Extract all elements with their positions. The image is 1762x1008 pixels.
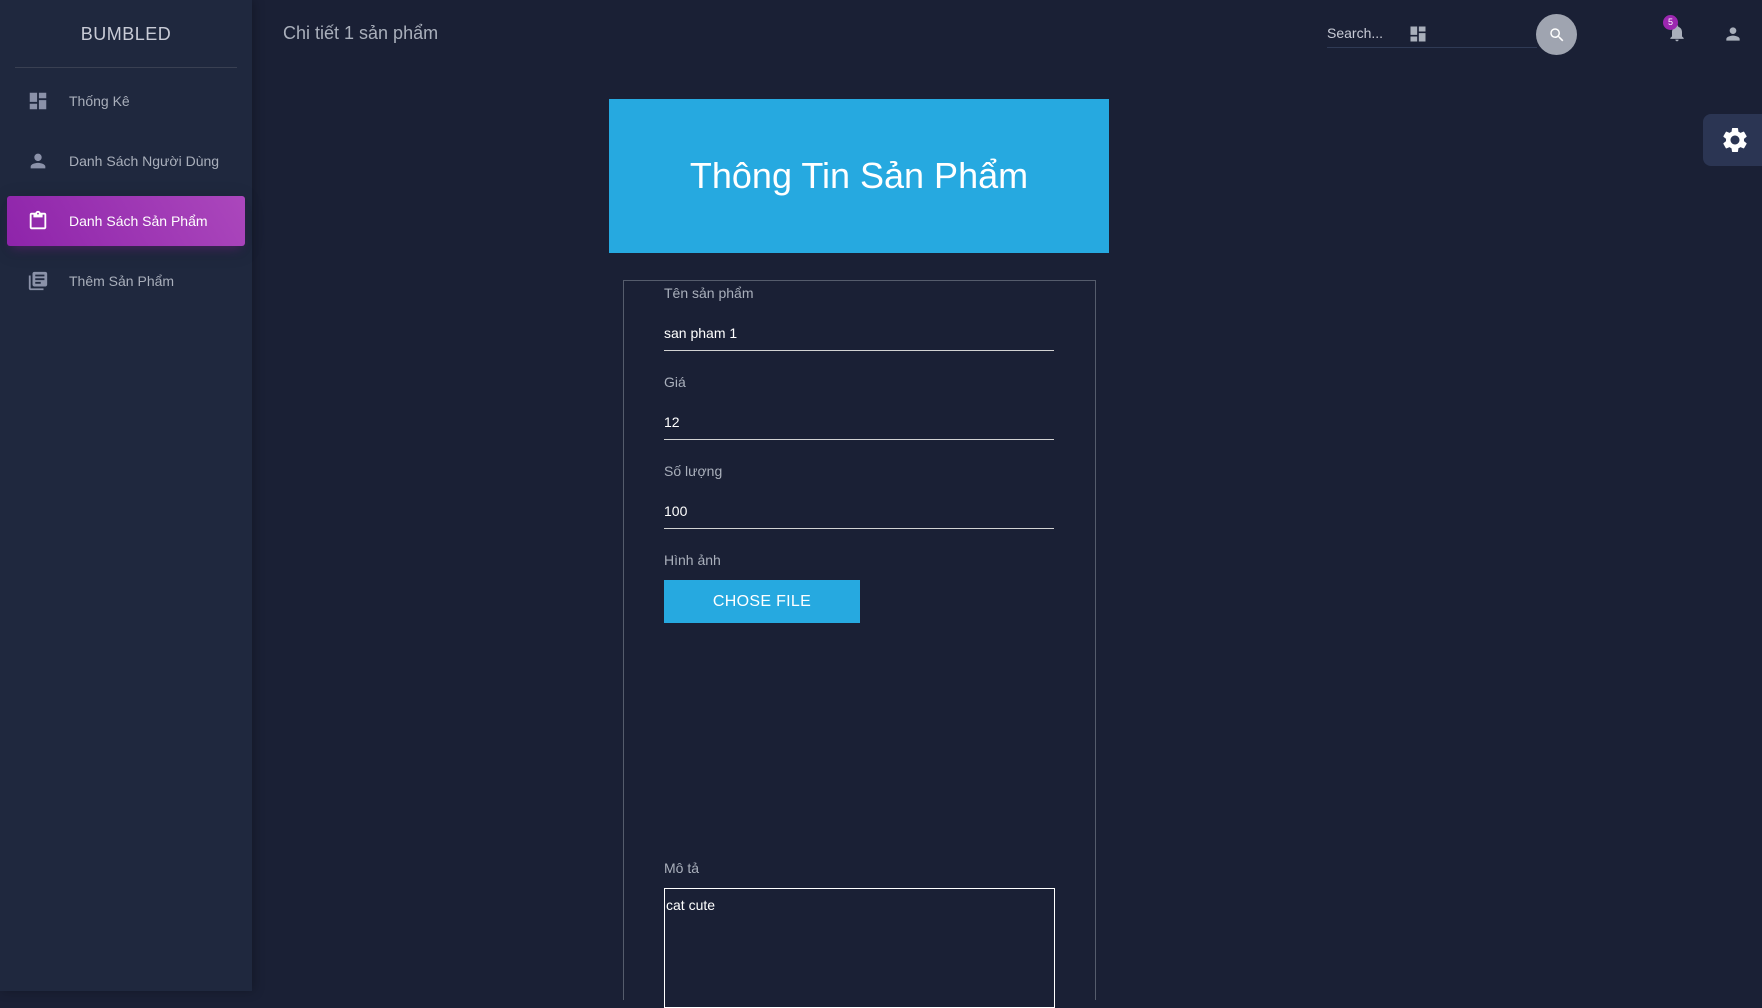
product-name-input[interactable] xyxy=(664,315,1054,351)
description-textarea[interactable]: cat cute xyxy=(664,888,1055,1008)
notification-badge: 5 xyxy=(1663,15,1678,30)
gear-icon xyxy=(1723,128,1747,152)
quantity-input[interactable] xyxy=(664,493,1054,529)
brand-logo-text[interactable]: BUMBLED xyxy=(15,0,237,68)
person-icon xyxy=(26,149,50,173)
dashboard-icon xyxy=(26,89,50,113)
image-label: Hình ảnh xyxy=(664,552,721,568)
product-name-label: Tên sản phẩm xyxy=(664,285,754,301)
library-books-icon xyxy=(26,269,50,293)
price-label: Giá xyxy=(664,374,686,390)
sidebar-item-label: Thêm Sản Phẩm xyxy=(69,273,175,289)
product-form: Tên sản phẩm Giá Số lượng Hình ảnh CHOSE… xyxy=(623,280,1096,1008)
sidebar-nav: Thống Kê Danh Sách Người Dùng Danh Sách … xyxy=(0,76,252,306)
choose-file-button[interactable]: CHOSE FILE xyxy=(664,580,860,623)
sidebar-item-danh-sach-nguoi-dung[interactable]: Danh Sách Người Dùng xyxy=(7,136,245,186)
search-input[interactable] xyxy=(1327,18,1537,48)
sidebar-item-label: Danh Sách Người Dùng xyxy=(69,153,220,169)
settings-button[interactable] xyxy=(1703,114,1762,166)
top-navbar: Chi tiết 1 sản phẩm 5 xyxy=(252,0,1762,68)
search-button[interactable] xyxy=(1536,14,1577,55)
person-icon[interactable] xyxy=(1721,22,1745,46)
sidebar-item-label: Danh Sách Sản Phẩm xyxy=(69,213,208,229)
search-icon xyxy=(1549,27,1563,41)
quantity-label: Số lượng xyxy=(664,463,723,479)
dashboard-icon[interactable] xyxy=(1406,22,1430,46)
clipboard-icon xyxy=(26,209,50,233)
sidebar: BUMBLED Thống Kê Danh Sách Người Dùng Da… xyxy=(0,0,252,991)
price-input[interactable] xyxy=(664,404,1054,440)
card-header: Thông Tin Sản Phẩm xyxy=(609,99,1109,253)
sidebar-item-them-san-pham[interactable]: Thêm Sản Phẩm xyxy=(7,256,245,306)
page-title: Chi tiết 1 sản phẩm xyxy=(283,23,439,43)
card-title: Thông Tin Sản Phẩm xyxy=(689,155,1029,196)
sidebar-item-label: Thống Kê xyxy=(69,93,130,109)
sidebar-item-thong-ke[interactable]: Thống Kê xyxy=(7,76,245,126)
sidebar-item-danh-sach-san-pham[interactable]: Danh Sách Sản Phẩm xyxy=(7,196,245,246)
description-label: Mô tả xyxy=(664,860,700,876)
